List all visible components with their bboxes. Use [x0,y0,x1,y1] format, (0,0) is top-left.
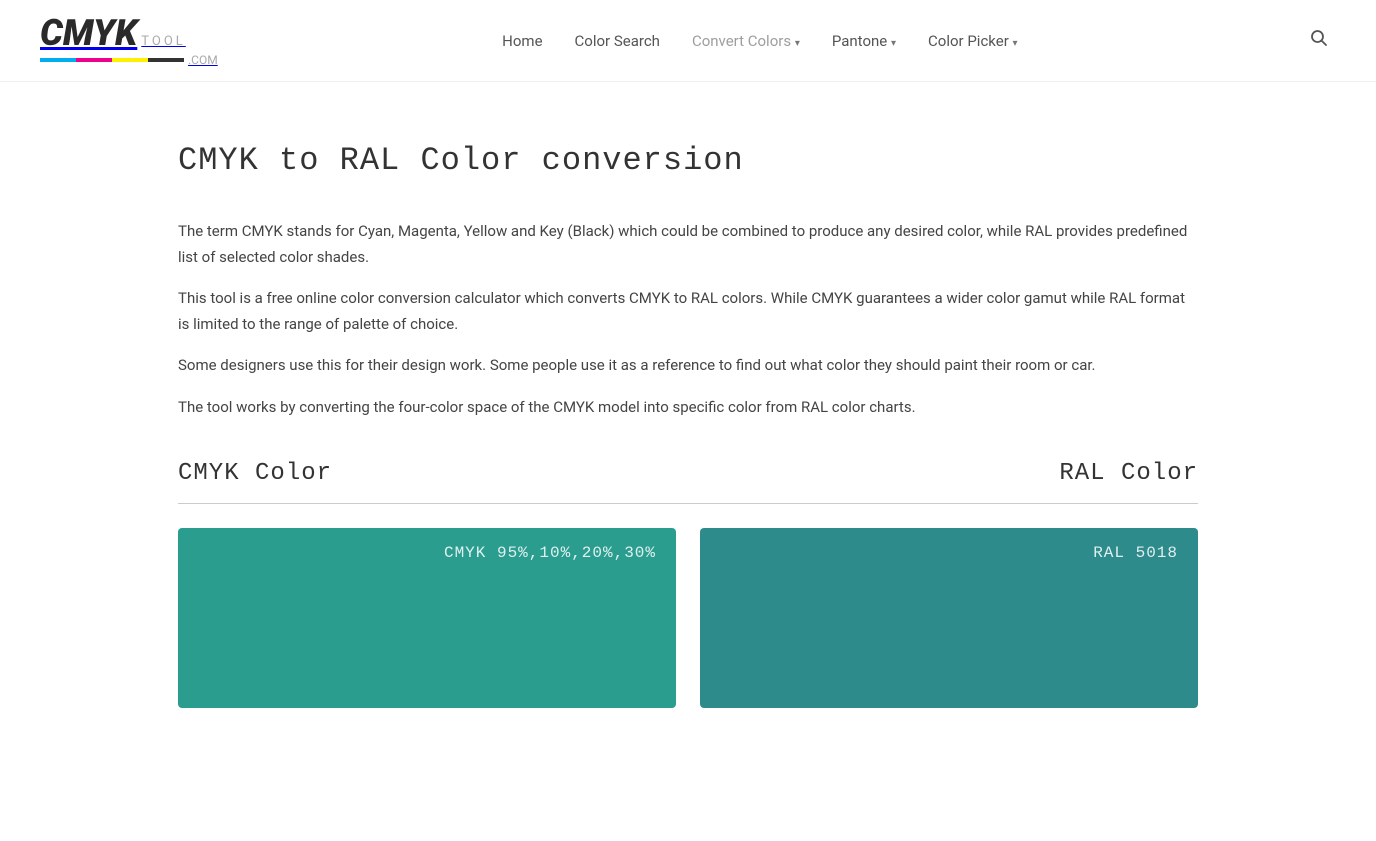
logo-link[interactable]: CMYK TOOL .COM [40,15,218,67]
cmyk-color-header: CMYK Color [178,460,332,487]
cmyk-value-label: CMYK 95%,10%,20%,30% [444,544,656,562]
nav-menu: Home Color Search Convert Colors ▾ Panto… [502,31,1017,50]
color-boxes: CMYK 95%,10%,20%,30% RAL 5018 [178,528,1198,708]
description-2: This tool is a free online color convers… [178,286,1198,337]
logo-magenta-bar [76,58,112,62]
description-3: Some designers use this for their design… [178,353,1198,379]
logo-yellow-bar [112,58,148,62]
nav-convert-colors[interactable]: Convert Colors ▾ [692,32,800,50]
cmyk-color-box: CMYK 95%,10%,20%,30% [178,528,676,708]
main-content: CMYK to RAL Color conversion The term CM… [138,82,1238,788]
description-4: The tool works by converting the four-co… [178,395,1198,421]
description-1: The term CMYK stands for Cyan, Magenta, … [178,219,1198,270]
ral-color-box: RAL 5018 [700,528,1198,708]
logo-dotcom-text: .COM [188,53,218,67]
logo-bottom: .COM [40,53,218,67]
nav-pantone[interactable]: Pantone ▾ [832,32,896,50]
logo-cmyk-text: CMYK [40,15,137,51]
navigation: CMYK TOOL .COM Home Color Search Convert… [0,0,1376,82]
nav-color-picker[interactable]: Color Picker ▾ [928,32,1018,50]
convert-colors-chevron: ▾ [795,38,800,49]
pantone-chevron: ▾ [891,38,896,49]
color-section: CMYK Color RAL Color CMYK 95%,10%,20%,30… [178,460,1198,708]
nav-color-search[interactable]: Color Search [575,32,660,50]
search-button[interactable] [1302,25,1336,56]
nav-home[interactable]: Home [502,32,542,50]
logo-black-bar [148,58,184,62]
page-title: CMYK to RAL Color conversion [178,142,1198,179]
color-column-headers: CMYK Color RAL Color [178,460,1198,487]
color-picker-chevron: ▾ [1013,38,1018,49]
ral-color-header: RAL Color [1059,460,1198,487]
logo-tool-text: TOOL [141,34,185,49]
logo-cyan-bar [40,58,76,62]
search-icon [1310,29,1328,47]
ral-value-label: RAL 5018 [1093,544,1178,562]
section-divider [178,503,1198,504]
logo: CMYK TOOL .COM [40,15,218,67]
